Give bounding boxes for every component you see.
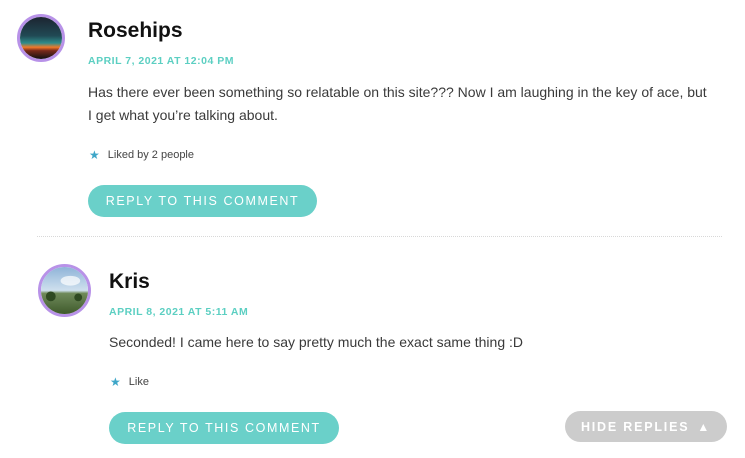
star-icon: ★ [89, 148, 100, 162]
reply-button[interactable]: REPLY TO THIS COMMENT [109, 412, 339, 444]
avatar-kris[interactable] [38, 264, 91, 317]
likes-label: Liked by 2 people [107, 149, 194, 161]
comment-date[interactable]: APRIL 7, 2021 AT 12:04 PM [88, 55, 234, 67]
comment-text-line: Has there ever been something so relatab… [88, 84, 707, 100]
comment-date[interactable]: APRIL 8, 2021 AT 5:11 AM [109, 306, 248, 318]
triangle-up-icon: ▲ [697, 419, 712, 434]
landscape-avatar-icon [41, 267, 88, 314]
comment-separator [37, 236, 722, 237]
comment-text-line: Seconded! I came here to say pretty much… [109, 334, 523, 350]
hide-replies-button[interactable]: HIDE REPLIES ▲ [565, 411, 727, 442]
sunset-avatar-icon [20, 17, 62, 59]
star-icon: ★ [110, 375, 121, 389]
comment-text-line: I get what you’re talking about. [88, 107, 278, 123]
like-row[interactable]: ★ Like [110, 375, 149, 389]
comment-author[interactable]: Kris [109, 270, 150, 294]
avatar-rosehips[interactable] [17, 14, 65, 62]
hide-replies-label: HIDE REPLIES [580, 419, 690, 434]
comment-author[interactable]: Rosehips [88, 19, 183, 43]
comment-text: Seconded! I came here to say pretty much… [109, 331, 523, 354]
reply-button[interactable]: REPLY TO THIS COMMENT [88, 185, 317, 217]
comment-text: Has there ever been something so relatab… [88, 81, 707, 127]
like-button-label: Like [128, 376, 149, 388]
like-row[interactable]: ★ Liked by 2 people [89, 148, 194, 162]
